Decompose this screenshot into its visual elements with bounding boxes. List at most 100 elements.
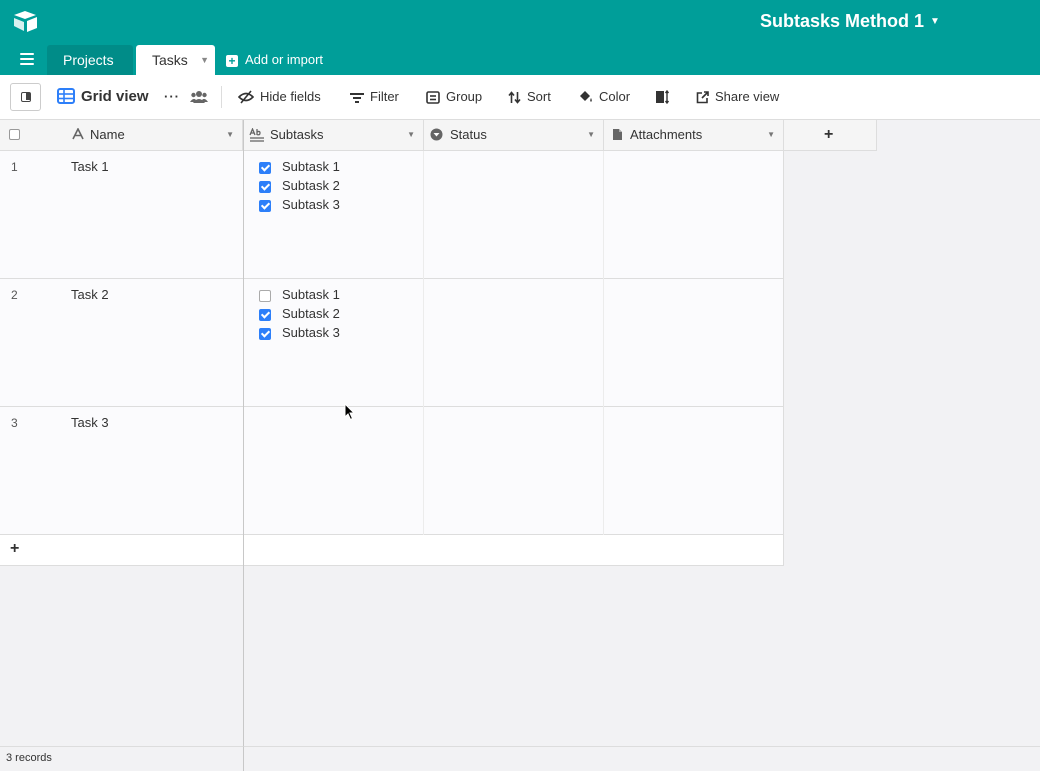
record-count-text: 3 records (6, 752, 52, 764)
filter-button[interactable]: Filter (350, 75, 399, 119)
subtask-label: Subtask 2 (282, 178, 340, 193)
plus-icon: + (10, 540, 20, 557)
subtask-item[interactable]: Subtask 2 (259, 306, 340, 321)
table-row[interactable]: 2 Task 2 (0, 279, 243, 407)
grid-right-pane: Subtasks ▼ Status ▼ Attachments ▼ + Subt… (244, 120, 1040, 746)
app-header: Subtasks Method 1 ▼ (0, 0, 1040, 44)
eye-slash-icon (237, 90, 255, 104)
add-field-button[interactable]: + (784, 120, 877, 151)
row-height-icon[interactable] (655, 75, 676, 119)
subtask-label: Subtask 2 (282, 306, 340, 321)
grid-view-icon (57, 88, 75, 104)
plus-icon: + (226, 55, 238, 67)
column-header-label: Name (90, 127, 125, 142)
tab-tasks[interactable]: Tasks ▼ (136, 45, 215, 75)
checkbox-checked[interactable] (259, 181, 271, 193)
column-divider (603, 151, 604, 535)
tab-label: Tasks (152, 52, 188, 68)
group-icon (426, 91, 440, 104)
hide-fields-label: Hide fields (260, 89, 321, 104)
name-cell[interactable]: Task 1 (71, 159, 109, 174)
plus-icon: + (824, 126, 834, 143)
toolbar-divider (221, 86, 222, 108)
record-count: 3 records (0, 746, 244, 771)
row-number: 3 (11, 416, 18, 430)
sidebar-toggle-button[interactable] (10, 83, 41, 111)
column-header-subtasks[interactable]: Subtasks ▼ (244, 120, 424, 151)
column-header-label: Attachments (630, 127, 703, 142)
name-cell[interactable]: Task 2 (71, 287, 109, 302)
chevron-down-icon[interactable]: ▼ (767, 120, 775, 150)
subtask-item[interactable]: Subtask 3 (259, 197, 340, 212)
add-record-row[interactable] (244, 535, 784, 566)
base-title-text: Subtasks Method 1 (760, 11, 925, 31)
view-switcher[interactable]: Grid view (57, 75, 149, 119)
table-row[interactable]: 3 Task 3 (0, 407, 243, 535)
checkbox-unchecked[interactable] (259, 290, 271, 302)
column-divider (423, 151, 424, 535)
subtask-item[interactable]: Subtask 3 (259, 325, 340, 340)
subtask-label: Subtask 1 (282, 287, 340, 302)
checkbox-checked[interactable] (259, 328, 271, 340)
tab-label: Projects (63, 52, 114, 68)
column-header-status[interactable]: Status ▼ (424, 120, 604, 151)
table-row[interactable] (244, 407, 784, 535)
checkbox-checked[interactable] (259, 309, 271, 321)
view-toolbar: Grid view ··· Hide fields Filter Group S… (0, 75, 1040, 120)
chevron-down-icon[interactable]: ▼ (226, 120, 234, 150)
add-record-button[interactable]: + (0, 535, 243, 566)
color-button[interactable]: Color (578, 75, 630, 119)
paint-bucket-icon (580, 91, 592, 102)
add-or-import-button[interactable]: + Add or import (226, 52, 323, 67)
subtask-label: Subtask 3 (282, 197, 340, 212)
column-header-attachments[interactable]: Attachments ▼ (604, 120, 784, 151)
add-import-label: Add or import (245, 52, 324, 67)
attachment-icon (613, 129, 622, 140)
long-text-icon (249, 128, 264, 142)
table-row[interactable]: 1 Task 1 (0, 151, 243, 279)
column-header-label: Status (450, 127, 487, 142)
table-row[interactable]: Subtask 1 Subtask 2 Subtask 3 (244, 279, 784, 407)
group-button[interactable]: Group (426, 75, 482, 119)
name-cell[interactable]: Task 3 (71, 415, 109, 430)
sort-label: Sort (527, 89, 551, 104)
select-all-checkbox[interactable] (9, 129, 20, 140)
collaborators-icon[interactable] (190, 75, 214, 119)
more-options-icon[interactable]: ··· (164, 75, 180, 119)
hide-fields-button[interactable]: Hide fields (237, 75, 321, 119)
filter-icon (350, 93, 364, 103)
share-view-button[interactable]: Share view (696, 75, 779, 119)
summary-bar (244, 746, 1040, 771)
column-header-name[interactable]: Name ▼ (0, 120, 243, 151)
tab-projects[interactable]: Projects (47, 45, 133, 75)
sort-button[interactable]: Sort (508, 75, 551, 119)
sidebar-icon (21, 92, 31, 102)
subtask-label: Subtask 1 (282, 159, 340, 174)
base-title[interactable]: Subtasks Method 1 ▼ (760, 11, 940, 32)
group-label: Group (446, 89, 483, 104)
chevron-down-icon[interactable]: ▼ (587, 120, 595, 150)
row-number: 2 (11, 288, 18, 302)
share-icon (696, 91, 709, 104)
chevron-down-icon: ▼ (930, 16, 940, 27)
airtable-logo-icon[interactable] (13, 9, 39, 33)
mouse-cursor-icon (344, 403, 356, 421)
checkbox-checked[interactable] (259, 200, 271, 212)
grid-left-pane: Name ▼ 1 Task 1 2 Task 2 3 Task 3 + (0, 120, 244, 746)
chevron-down-icon[interactable]: ▼ (200, 45, 209, 75)
menu-icon[interactable] (20, 53, 34, 65)
subtask-label: Subtask 3 (282, 325, 340, 340)
text-icon (72, 128, 84, 140)
single-select-icon (430, 128, 443, 141)
checkbox-checked[interactable] (259, 162, 271, 174)
subtask-item[interactable]: Subtask 1 (259, 159, 340, 174)
chevron-down-icon[interactable]: ▼ (407, 120, 415, 150)
table-tabbar: Projects Tasks ▼ + Add or import (0, 44, 1040, 75)
table-row[interactable]: Subtask 1 Subtask 2 Subtask 3 (244, 151, 784, 279)
sort-icon (508, 91, 521, 104)
row-number: 1 (11, 160, 18, 174)
filter-label: Filter (370, 89, 399, 104)
view-name: Grid view (81, 88, 149, 105)
subtask-item[interactable]: Subtask 2 (259, 178, 340, 193)
subtask-item[interactable]: Subtask 1 (259, 287, 340, 302)
